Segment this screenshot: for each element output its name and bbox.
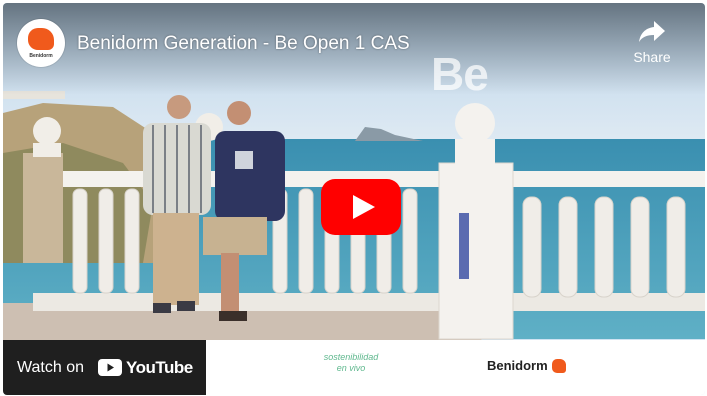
- watch-on-label: Watch on: [17, 358, 84, 376]
- channel-avatar-text: Benidorm: [29, 53, 53, 59]
- watch-on-youtube-button[interactable]: Watch on YouTube: [3, 340, 206, 395]
- video-title[interactable]: Benidorm Generation - Be Open 1 CAS: [77, 33, 410, 55]
- bottom-bar: Watch on YouTube sostenibilidad en vivo …: [3, 340, 705, 395]
- sponsor-1-line-1: sostenibilidad: [323, 352, 379, 362]
- sponsor-logo-sostenibilidad: sostenibilidad en vivo: [311, 352, 391, 374]
- channel-avatar[interactable]: Benidorm: [17, 19, 65, 67]
- sponsor-logo-benidorm: Benidorm: [487, 358, 566, 373]
- channel-logo-icon: [28, 28, 54, 50]
- youtube-logo: YouTube: [98, 358, 193, 378]
- youtube-wordmark: YouTube: [126, 357, 193, 377]
- video-watermark: Be: [431, 48, 489, 100]
- share-label: Share: [633, 49, 671, 65]
- benidorm-brand-icon: [551, 358, 566, 373]
- share-arrow-icon: [639, 21, 665, 42]
- youtube-play-button[interactable]: [321, 179, 401, 235]
- video-player[interactable]: Benidorm Benidorm Generation - Be Open 1…: [3, 3, 705, 395]
- share-button[interactable]: Share: [617, 21, 687, 65]
- youtube-logo-icon: [98, 359, 122, 376]
- sponsor-1-line-2: en vivo: [336, 363, 366, 373]
- sponsor-2-name: Benidorm: [487, 358, 548, 373]
